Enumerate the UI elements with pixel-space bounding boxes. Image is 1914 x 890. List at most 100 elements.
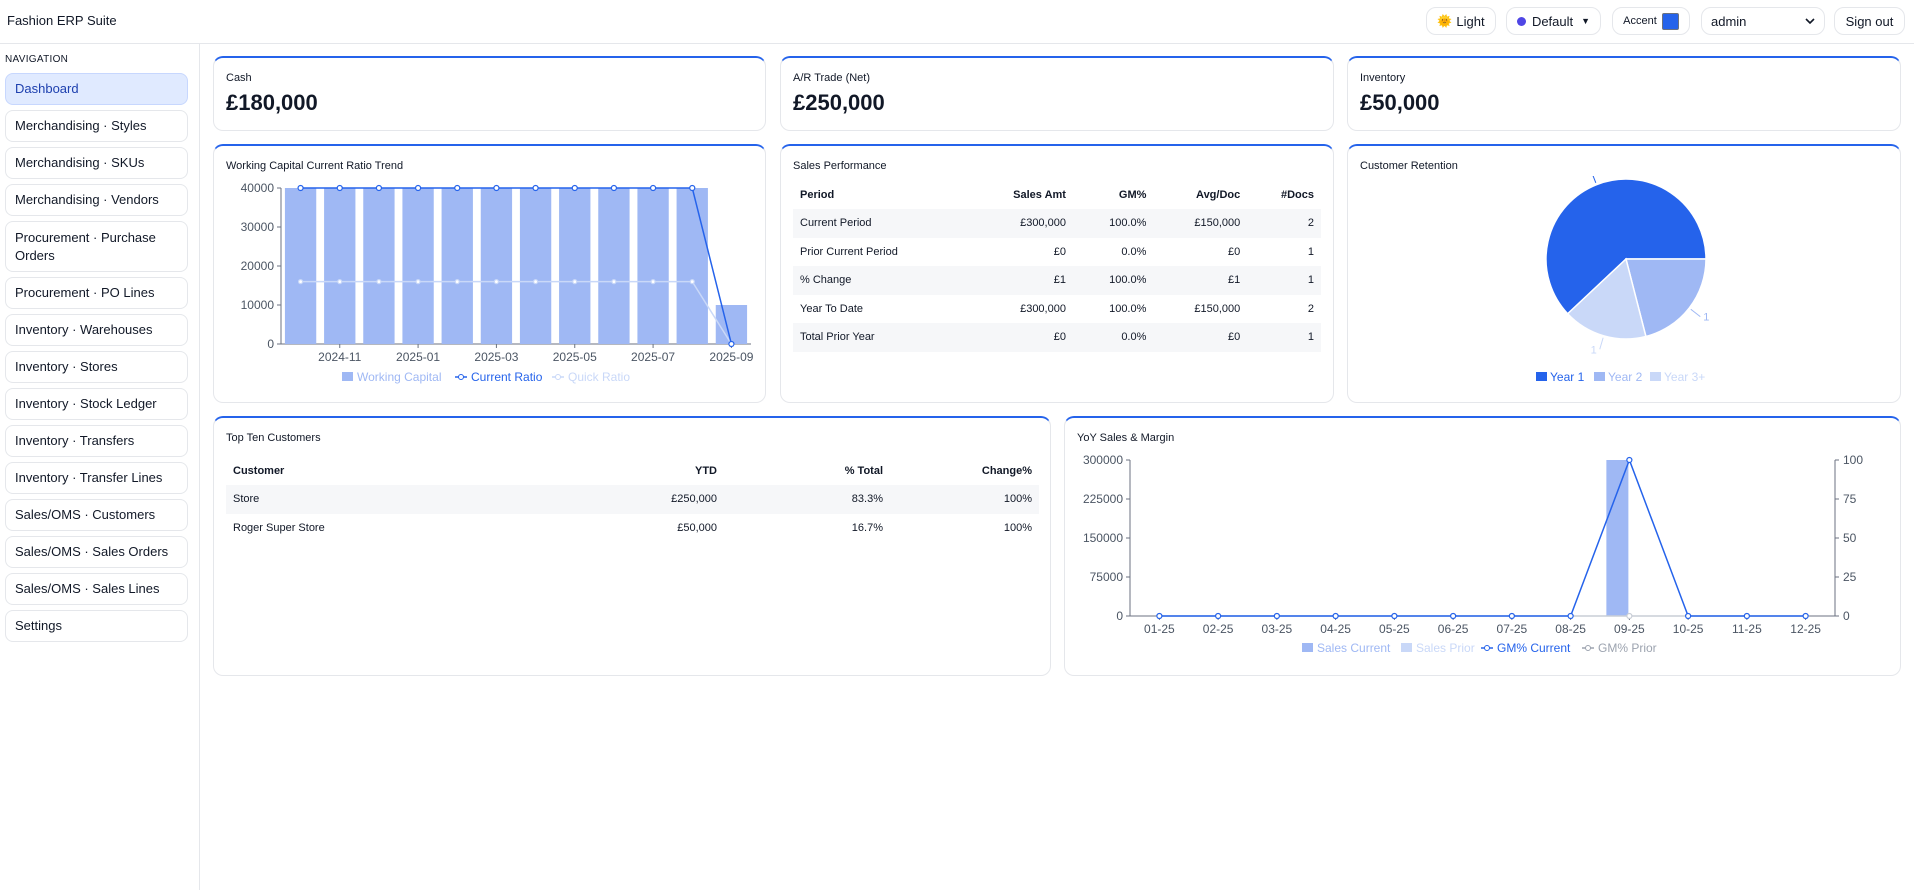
kpi-value: £180,000 — [226, 90, 318, 115]
top-customers-title: Top Ten Customers — [226, 432, 321, 444]
table-cell: £0 — [1053, 245, 1066, 258]
bar-working-capital — [519, 188, 552, 344]
user-select-value: admin — [1711, 13, 1747, 29]
legend-label: Sales Prior — [1416, 641, 1475, 655]
palette-label: Default — [1531, 13, 1574, 29]
theme-toggle-button[interactable]: 🌞 Light — [1426, 7, 1496, 35]
x-tick-label: 05-25 — [1379, 622, 1410, 636]
quick-ratio-point — [337, 278, 343, 285]
table-cell: £0 — [1153, 323, 1248, 352]
chart-title: YoY Sales & Margin — [1077, 432, 1175, 444]
current-ratio-point — [375, 184, 383, 192]
bar-working-capital — [715, 305, 748, 344]
legend-swatch-sales-current — [1302, 643, 1313, 652]
gm-current-point — [1391, 612, 1398, 620]
current-ratio-point — [532, 184, 539, 192]
bar-working-capital — [363, 188, 395, 344]
nav-item-sales-orders[interactable]: Sales/OMS · Sales Orders — [5, 536, 188, 568]
chevron-down-icon: ▼ — [1581, 16, 1591, 26]
legend-swatch-sales-prior — [1401, 643, 1412, 652]
x-tick-label: 2025-09 — [709, 350, 753, 364]
slice-label: 1 — [1591, 344, 1597, 356]
y-tick-label: 75000 — [1090, 570, 1124, 584]
nav-item-dashboard[interactable]: Dashboard — [5, 73, 188, 105]
gm-current-point — [1508, 612, 1515, 620]
nav-item-procurement-purchase-orders[interactable]: Procurement · Purchase Orders — [5, 221, 188, 272]
nav-item-merchandising-vendors[interactable]: Merchandising · Vendors — [5, 184, 188, 216]
bar-working-capital — [324, 188, 356, 344]
bar-working-capital — [637, 188, 669, 344]
user-select[interactable]: admin — [1701, 7, 1825, 35]
column-header: #Docs — [1280, 189, 1314, 201]
sidebar: NAVIGATION Dashboard Merchandising · Sty… — [0, 44, 200, 890]
y2-tick-label: 100 — [1843, 453, 1863, 467]
accent-picker[interactable]: Accent — [1612, 7, 1690, 35]
current-ratio-point — [571, 184, 578, 192]
customer-retention-card: Customer Retention 1 1 1 Year 1 Year 2 Year 3… — [1347, 144, 1901, 403]
quick-ratio-point — [532, 278, 539, 285]
gm-prior-point — [1626, 612, 1633, 620]
legend-swatch — [1650, 372, 1661, 381]
slice-label: 1 — [1703, 312, 1709, 324]
slice-label: 1 — [1582, 176, 1588, 179]
table-cell: £0 — [1228, 245, 1241, 258]
column-header: Avg/Doc — [1196, 189, 1241, 201]
table-cell: 0.0% — [1121, 245, 1147, 258]
current-ratio-point — [454, 184, 461, 192]
accent-color-swatch[interactable] — [1661, 12, 1679, 30]
x-tick-label: 2024-11 — [318, 350, 361, 364]
gm-current-point — [1685, 612, 1692, 620]
chart-title: Working Capital Current Ratio Trend — [226, 160, 404, 172]
quick-ratio-point — [650, 278, 656, 285]
table-row: Roger Super Store £50,000 16.7% 100% — [226, 514, 1039, 543]
top-bar: Fashion ERP Suite 🌞 Light Default ▼ Acce… — [0, 0, 1914, 44]
x-tick-label: 12-25 — [1790, 622, 1821, 636]
kpi-label: Inventory — [1360, 72, 1406, 84]
table-cell: £0 — [968, 323, 1073, 352]
table-row: Year To Date £300,000 100.0% £150,000 2 — [793, 295, 1321, 324]
nav-item-merchandising-styles[interactable]: Merchandising · Styles — [5, 110, 188, 142]
table-row: % Change £1 100.0% £1 1 — [793, 266, 1321, 295]
table-cell: 1 — [1307, 245, 1314, 258]
table-cell: 2 — [1307, 302, 1314, 315]
y-tick-label: 300000 — [1083, 453, 1123, 467]
nav-item-inventory-transfer-lines[interactable]: Inventory · Transfer Lines — [5, 462, 188, 494]
x-tick-label: 02-25 — [1203, 622, 1234, 636]
legend-label: Sales Current — [1317, 641, 1391, 655]
nav-item-sales-customers[interactable]: Sales/OMS · Customers — [5, 499, 188, 531]
nav-heading: NAVIGATION — [5, 54, 69, 65]
chevron-down-icon — [1805, 17, 1815, 24]
palette-select[interactable]: Default ▼ — [1506, 7, 1601, 35]
x-tick-label: 11-25 — [1732, 622, 1762, 636]
nav-item-inventory-stores[interactable]: Inventory · Stores — [5, 351, 188, 383]
legend-label: GM% Current — [1497, 641, 1571, 655]
nav-item-settings[interactable]: Settings — [5, 610, 188, 642]
current-ratio-point — [336, 184, 343, 192]
nav-item-procurement-po-lines[interactable]: Procurement · PO Lines — [5, 277, 188, 309]
kpi-value: £250,000 — [793, 90, 885, 115]
nav-item-inventory-stock-ledger[interactable]: Inventory · Stock Ledger — [5, 388, 188, 420]
table-header-row: Period Sales Amt GM% Avg/Doc #Docs — [793, 181, 1321, 209]
column-header: % Total — [844, 465, 883, 477]
y2-tick-label: 50 — [1843, 531, 1857, 545]
table-cell: 100% — [1003, 521, 1032, 534]
nav-item-merchandising-skus[interactable]: Merchandising · SKUs — [5, 147, 188, 179]
table-cell: £50,000 — [677, 521, 717, 534]
legend-label: Year 1 — [1550, 370, 1585, 384]
nav-item-sales-lines[interactable]: Sales/OMS · Sales Lines — [5, 573, 188, 605]
legend-label: GM% Prior — [1598, 641, 1657, 655]
table-row: Prior Current Period £0 0.0% £0 1 — [793, 238, 1321, 267]
legend-swatch — [1536, 372, 1547, 381]
legend-label: Year 3+ — [1664, 370, 1705, 384]
legend-marker-current-ratio — [458, 374, 464, 380]
nav-item-inventory-warehouses[interactable]: Inventory · Warehouses — [5, 314, 188, 346]
sign-out-button[interactable]: Sign out — [1834, 7, 1905, 35]
table-cell: Prior Current Period — [800, 245, 898, 258]
nav-item-inventory-transfers[interactable]: Inventory · Transfers — [5, 425, 188, 457]
quick-ratio-point — [611, 278, 617, 285]
sales-performance-title: Sales Performance — [793, 160, 887, 172]
table-row: Store £250,000 83.3% 100% — [226, 485, 1039, 514]
x-tick-label: 2025-07 — [631, 350, 675, 364]
x-tick-label: 2025-03 — [474, 350, 518, 364]
table-cell: £150,000 — [1153, 209, 1248, 238]
